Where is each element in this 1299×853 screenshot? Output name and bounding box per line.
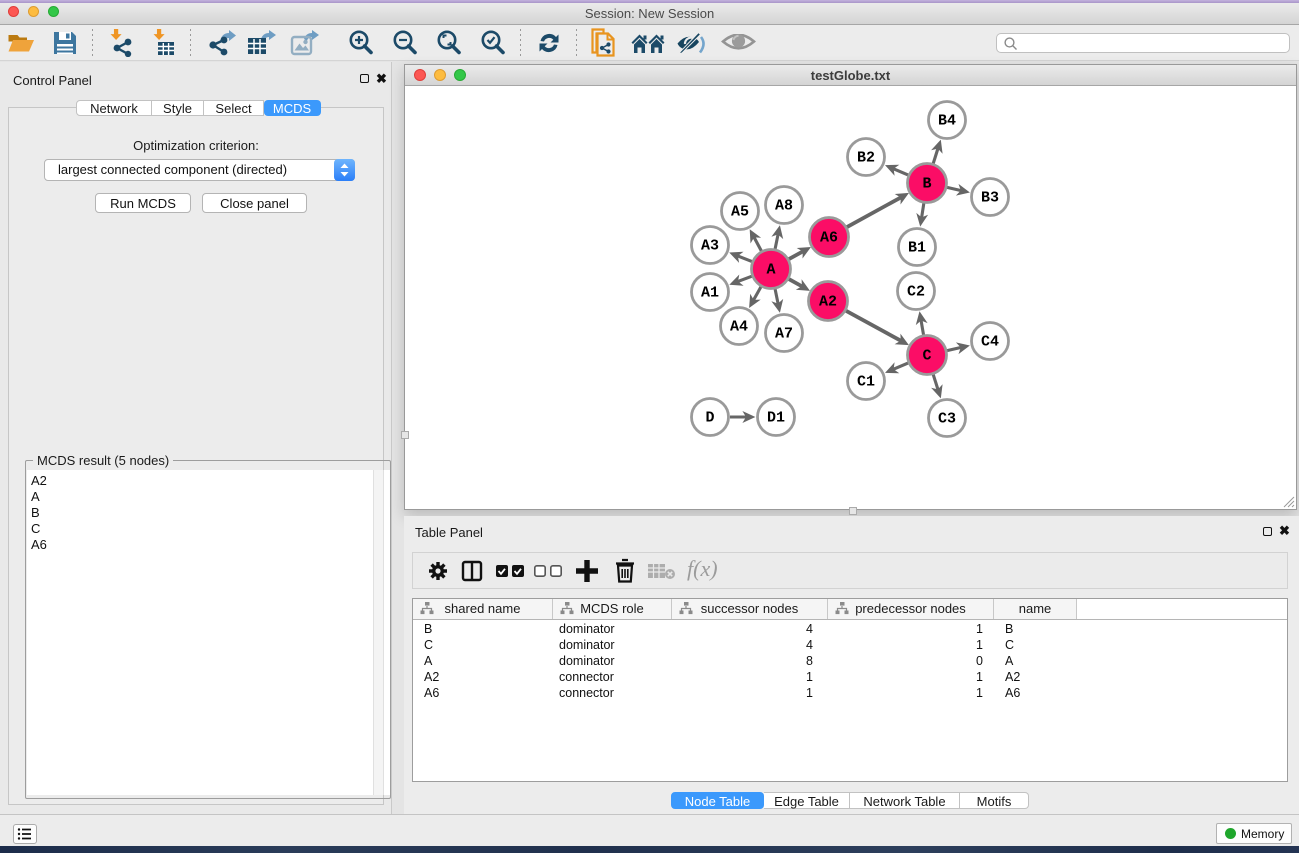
svg-text:C3: C3 bbox=[938, 411, 956, 428]
svg-text:D1: D1 bbox=[767, 410, 785, 427]
svg-text:A6: A6 bbox=[820, 230, 838, 247]
svg-text:B1: B1 bbox=[908, 240, 926, 257]
svg-text:C2: C2 bbox=[907, 284, 925, 301]
svg-text:A3: A3 bbox=[701, 238, 719, 255]
svg-text:B2: B2 bbox=[857, 150, 875, 167]
svg-text:A5: A5 bbox=[731, 204, 749, 221]
svg-text:B: B bbox=[922, 176, 931, 193]
svg-text:B4: B4 bbox=[938, 113, 956, 130]
svg-text:A8: A8 bbox=[775, 198, 793, 215]
svg-text:A7: A7 bbox=[775, 326, 793, 343]
svg-text:A2: A2 bbox=[819, 294, 837, 311]
svg-text:A4: A4 bbox=[730, 319, 748, 336]
svg-text:A1: A1 bbox=[701, 285, 719, 302]
svg-text:C4: C4 bbox=[981, 334, 999, 351]
svg-text:C: C bbox=[922, 348, 931, 365]
svg-text:C1: C1 bbox=[857, 374, 875, 391]
svg-text:A: A bbox=[766, 262, 775, 279]
svg-text:D: D bbox=[705, 410, 714, 427]
svg-text:B3: B3 bbox=[981, 190, 999, 207]
